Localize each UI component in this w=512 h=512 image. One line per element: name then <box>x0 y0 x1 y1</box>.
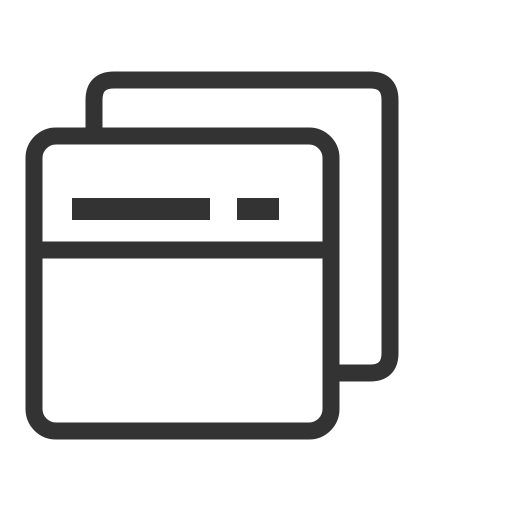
front-window-frame-icon <box>25 127 340 440</box>
icon-canvas <box>0 0 512 512</box>
stacked-windows-icon <box>25 71 399 440</box>
titlebar-control-placeholder-icon <box>237 198 279 220</box>
titlebar-title-placeholder-icon <box>72 198 210 220</box>
back-window-outline-icon <box>85 71 399 382</box>
